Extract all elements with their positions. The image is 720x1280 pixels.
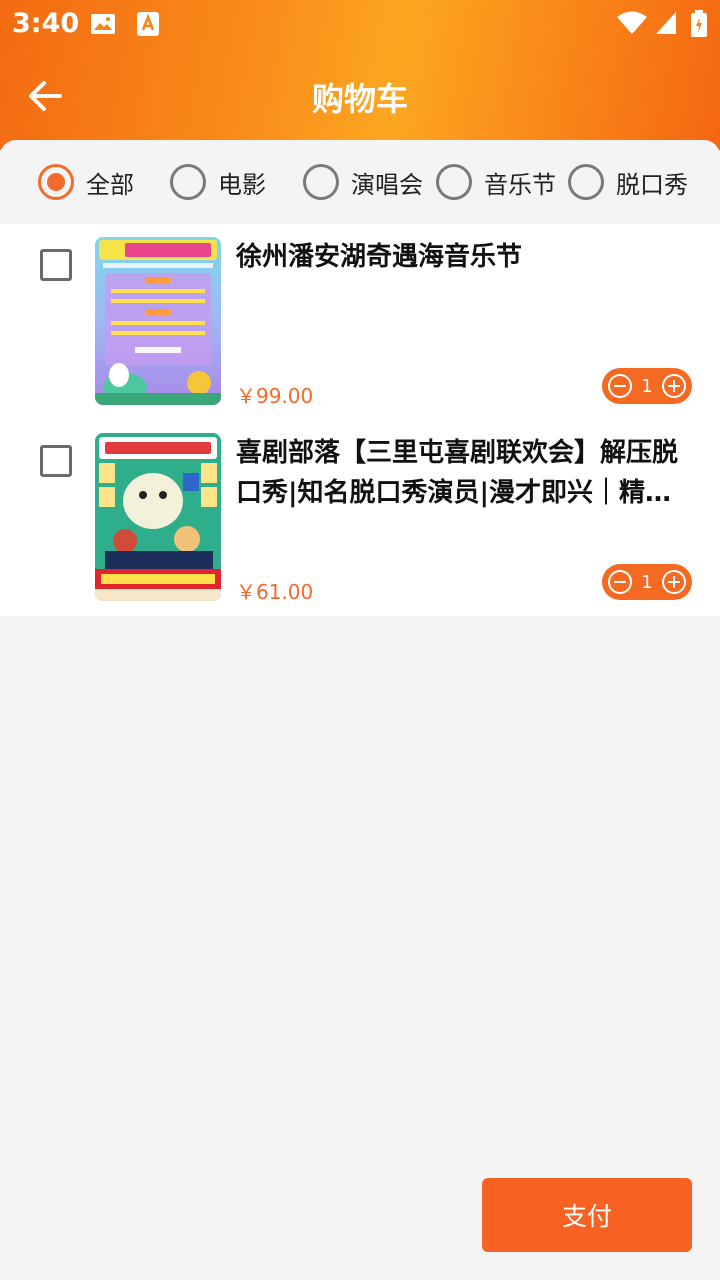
radio-unchecked-icon	[568, 164, 604, 200]
battery-icon	[691, 10, 707, 37]
filter-label: 演唱会	[351, 170, 423, 199]
cart-item: 徐州潘安湖奇遇海音乐节 ￥99.00 1	[0, 224, 720, 420]
filter-movie[interactable]: 电影	[170, 162, 266, 202]
radio-unchecked-icon	[170, 164, 206, 200]
filter-label: 电影	[218, 170, 266, 199]
item-title[interactable]: 徐州潘安湖奇遇海音乐节	[236, 237, 696, 277]
category-filter: 全部 电影 演唱会 音乐节 脱口秀	[0, 140, 720, 224]
filter-concert[interactable]: 演唱会	[303, 162, 423, 202]
radio-checked-icon	[38, 164, 74, 200]
quantity-value: 1	[641, 375, 653, 397]
filter-label: 全部	[86, 170, 134, 199]
item-checkbox[interactable]	[40, 445, 72, 477]
item-title[interactable]: 喜剧部落【三里屯喜剧联欢会】解压脱口秀|知名脱口秀演员|漫才即兴｜精选喜剧演出	[236, 433, 696, 513]
status-bar: 3:40	[0, 0, 720, 48]
event-poster[interactable]	[95, 433, 221, 601]
page-title: 购物车	[311, 80, 408, 118]
radio-unchecked-icon	[436, 164, 472, 200]
signal-icon	[656, 12, 676, 34]
filter-standup[interactable]: 脱口秀	[568, 162, 688, 202]
poster-image	[95, 237, 221, 405]
item-price: ￥99.00	[236, 384, 314, 408]
title-bar: 购物车	[0, 48, 720, 140]
notification-app-icon	[137, 12, 159, 36]
cart-item: 喜剧部落【三里屯喜剧联欢会】解压脱口秀|知名脱口秀演员|漫才即兴｜精选喜剧演出 …	[0, 420, 720, 616]
item-price: ￥61.00	[236, 580, 314, 604]
minus-icon[interactable]	[608, 374, 632, 398]
filter-label: 脱口秀	[616, 170, 688, 199]
event-poster[interactable]	[95, 237, 221, 405]
gallery-icon	[91, 14, 115, 34]
minus-icon[interactable]	[608, 570, 632, 594]
pay-button[interactable]: 支付	[482, 1178, 692, 1252]
poster-image	[95, 433, 221, 601]
filter-music-festival[interactable]: 音乐节	[436, 162, 556, 202]
plus-icon[interactable]	[661, 570, 686, 594]
wifi-icon	[617, 11, 647, 34]
filter-label: 音乐节	[484, 170, 556, 199]
quantity-value: 1	[641, 571, 653, 593]
quantity-stepper: 1	[602, 368, 692, 404]
radio-unchecked-icon	[303, 164, 339, 200]
plus-icon[interactable]	[661, 374, 686, 398]
cart-list: 徐州潘安湖奇遇海音乐节 ￥99.00 1 喜剧部落【三里屯喜剧联欢会】解压脱口秀…	[0, 224, 720, 616]
filter-all[interactable]: 全部	[38, 162, 134, 202]
item-checkbox[interactable]	[40, 249, 72, 281]
status-time: 3:40	[12, 8, 80, 39]
app-header: 3:40 购物车	[0, 0, 720, 150]
quantity-stepper: 1	[602, 564, 692, 600]
